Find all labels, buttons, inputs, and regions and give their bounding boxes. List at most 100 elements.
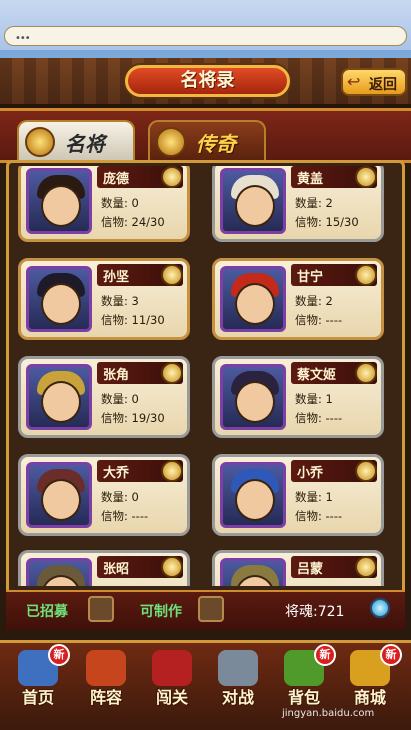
- nav-bag-button[interactable]: 新 背包: [274, 644, 336, 710]
- strategist-class-icon: [355, 362, 377, 384]
- craftable-checkbox[interactable]: [198, 596, 224, 622]
- archer-class-icon: [355, 264, 377, 286]
- general-portrait: [26, 168, 92, 234]
- general-card[interactable]: 孙坚 数量: 3 信物: 11/30: [18, 258, 190, 340]
- token-line: 信物: 11/30: [101, 313, 165, 327]
- lineup-icon: [86, 650, 126, 686]
- token-line: 信物: 15/30: [295, 215, 359, 229]
- general-card[interactable]: 张角 数量: 0 信物: 19/30: [18, 356, 190, 438]
- general-card[interactable]: 小乔 数量: 1 信物: ----: [212, 454, 384, 536]
- nav-label: 闯关: [155, 688, 188, 707]
- general-portrait: [220, 266, 286, 332]
- token-line: 信物: ----: [295, 411, 343, 425]
- chat-input[interactable]: •••: [4, 26, 407, 46]
- token-line: 信物: ----: [295, 509, 343, 523]
- token-line: 信物: 24/30: [101, 215, 165, 229]
- general-name: 吕蒙: [297, 562, 324, 577]
- soul-icon: [370, 598, 390, 618]
- nav-battle-button[interactable]: 对战: [208, 648, 268, 710]
- new-badge: 新: [380, 644, 402, 666]
- quantity-line: 数量: 0: [101, 392, 139, 406]
- nav-lineup-button[interactable]: 阵容: [76, 648, 136, 710]
- back-label: 返回: [369, 77, 397, 93]
- face: [41, 283, 81, 325]
- general-portrait: [220, 364, 286, 430]
- tab-famous-generals[interactable]: 名将: [17, 120, 135, 160]
- general-name: 蔡文姬: [297, 368, 337, 383]
- general-card[interactable]: 吕蒙: [212, 550, 384, 586]
- general-portrait: [26, 462, 92, 528]
- craftable-filter-label: 可制作: [140, 604, 182, 620]
- general-name: 张角: [103, 368, 130, 383]
- token-line: 信物: 19/30: [101, 411, 165, 425]
- crossed-swords-icon: [218, 650, 258, 686]
- nav-label: 阵容: [89, 688, 122, 707]
- quantity-line: 数量: 1: [295, 490, 333, 504]
- nav-home-button[interactable]: 新 首页: [8, 644, 70, 710]
- chat-dots: •••: [15, 33, 31, 44]
- quantity-line: 数量: 2: [295, 196, 333, 210]
- general-name: 张昭: [103, 562, 130, 577]
- nav-label: 背包: [287, 688, 320, 707]
- general-portrait: [26, 558, 92, 586]
- watermark: jingyan.baidu.com: [282, 708, 375, 719]
- tab-legendary[interactable]: 传奇: [148, 120, 266, 160]
- general-soul-count: 将魂:721: [285, 604, 345, 620]
- helmet-icon: [25, 127, 55, 157]
- general-portrait: [220, 168, 286, 234]
- strategist-class-icon: [161, 362, 183, 384]
- nav-campaign-button[interactable]: 闯关: [142, 648, 202, 710]
- quantity-line: 数量: 1: [295, 392, 333, 406]
- page-title: 名将录: [180, 70, 235, 91]
- general-card[interactable]: 蔡文姬 数量: 1 信物: ----: [212, 356, 384, 438]
- token-line: 信物: ----: [101, 509, 149, 523]
- face: [235, 185, 275, 227]
- general-card[interactable]: 大乔 数量: 0 信物: ----: [18, 454, 190, 536]
- nav-shop-button[interactable]: 新 商城: [340, 644, 402, 710]
- general-card[interactable]: 黄盖 数量: 2 信物: 15/30: [212, 166, 384, 242]
- back-arrow-icon: ↩: [347, 72, 361, 91]
- general-card[interactable]: 甘宁 数量: 2 信物: ----: [212, 258, 384, 340]
- helmet-icon: [156, 127, 186, 157]
- face: [41, 479, 81, 521]
- campaign-icon: [152, 650, 192, 686]
- quantity-line: 数量: 2: [295, 294, 333, 308]
- face: [235, 479, 275, 521]
- title-plate: 名将录: [125, 65, 290, 97]
- nav-label: 首页: [21, 688, 54, 707]
- archer-class-icon: [355, 166, 377, 188]
- face: [41, 185, 81, 227]
- new-badge: 新: [48, 644, 70, 666]
- general-name: 孙坚: [103, 270, 130, 285]
- face: [41, 381, 81, 423]
- face: [235, 283, 275, 325]
- healer-class-icon: [355, 556, 377, 578]
- generals-list[interactable]: 庞德 数量: 0 信物: 24/30 黄盖 数量: 2 信物: 15/30 孙坚…: [8, 166, 403, 586]
- general-name: 庞德: [103, 172, 130, 187]
- general-name: 甘宁: [297, 270, 324, 285]
- back-button[interactable]: ↩ 返回: [341, 68, 407, 96]
- recruited-filter-label: 已招募: [26, 604, 68, 620]
- healer-class-icon: [355, 460, 377, 482]
- quantity-line: 数量: 3: [101, 294, 139, 308]
- tab-label: 名将: [65, 132, 105, 156]
- new-badge: 新: [314, 644, 336, 666]
- recruited-checkbox[interactable]: [88, 596, 114, 622]
- general-name: 大乔: [103, 466, 130, 481]
- tab-label: 传奇: [196, 132, 236, 156]
- nav-label: 商城: [353, 688, 386, 707]
- general-card[interactable]: 张昭: [18, 550, 190, 586]
- quantity-line: 数量: 0: [101, 490, 139, 504]
- general-portrait: [220, 462, 286, 528]
- general-portrait: [26, 266, 92, 332]
- general-card[interactable]: 庞德 数量: 0 信物: 24/30: [18, 166, 190, 242]
- general-portrait: [220, 558, 286, 586]
- general-name: 黄盖: [297, 172, 324, 187]
- face: [235, 381, 275, 423]
- healer-class-icon: [161, 556, 183, 578]
- healer-class-icon: [161, 460, 183, 482]
- general-name: 小乔: [297, 466, 324, 481]
- nav-label: 对战: [221, 688, 254, 707]
- general-portrait: [26, 364, 92, 430]
- archer-class-icon: [161, 264, 183, 286]
